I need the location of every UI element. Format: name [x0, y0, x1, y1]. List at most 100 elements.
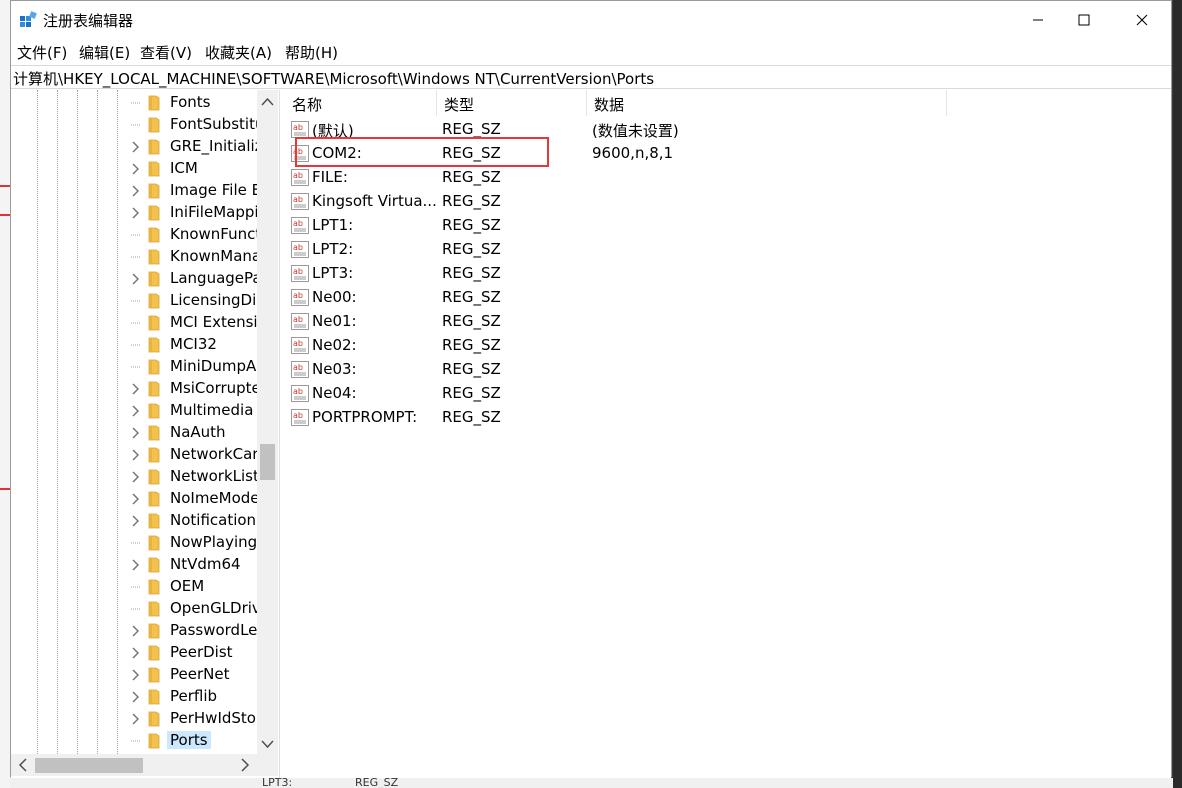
value-row[interactable]: ab Ne00: REG_SZ [285, 286, 945, 310]
tree-item[interactable]: FontSubstitu [11, 114, 258, 136]
value-row[interactable]: ab FILE: REG_SZ [285, 166, 945, 190]
menu-view[interactable]: 查看(V) [140, 42, 192, 63]
tree-item[interactable]: NowPlaying [11, 532, 257, 554]
chevron-right-icon[interactable] [129, 206, 141, 220]
tree-item[interactable]: NetworkCar [11, 444, 258, 466]
tree-vertical-scroll-thumb[interactable] [260, 444, 275, 480]
tree-item[interactable]: IniFileMappi [11, 202, 258, 224]
value-row[interactable]: ab Ne01: REG_SZ [285, 310, 945, 334]
chevron-right-icon[interactable] [129, 184, 141, 198]
tree-item[interactable]: Perflib [11, 686, 257, 708]
folder-icon [148, 205, 160, 221]
tree-item[interactable]: NaAuth [11, 422, 257, 444]
scroll-right-icon[interactable] [235, 754, 255, 776]
value-type: REG_SZ [442, 216, 501, 234]
bg-peek-name: LPT3: [262, 778, 293, 788]
tree-item[interactable]: MiniDumpA [11, 356, 257, 378]
value-type: REG_SZ [442, 168, 501, 186]
chevron-right-icon[interactable] [129, 140, 141, 154]
tree-item[interactable]: MCI32 [11, 334, 257, 356]
address-bar[interactable]: 计算机\HKEY_LOCAL_MACHINE\SOFTWARE\Microsof… [11, 65, 1171, 89]
chevron-right-icon[interactable] [129, 624, 141, 638]
value-row[interactable]: ab Ne03: REG_SZ [285, 358, 945, 382]
maximize-button[interactable] [1061, 1, 1107, 39]
value-type: REG_SZ [442, 360, 501, 378]
value-row[interactable]: ab LPT1: REG_SZ [285, 214, 945, 238]
tree-item[interactable]: Notification [11, 510, 257, 532]
ab-string-icon: ab [291, 337, 309, 354]
scrollbar-corner [257, 754, 278, 776]
chevron-right-icon[interactable] [129, 492, 141, 506]
tree-item[interactable]: MsiCorrupte [11, 378, 258, 400]
folder-icon [148, 447, 160, 463]
column-header-name[interactable]: 名称 [285, 90, 437, 116]
tree-item[interactable]: KnownFunct [11, 224, 258, 246]
tree-vertical-scrollbar[interactable] [257, 90, 278, 754]
tree-item[interactable]: PasswordLe [11, 620, 257, 642]
value-name: Ne00: [312, 288, 357, 306]
value-type: REG_SZ [442, 192, 501, 210]
tree-item[interactable]: Ports [11, 730, 257, 752]
scroll-down-icon[interactable] [257, 734, 278, 754]
value-name: Ne03: [312, 360, 357, 378]
chevron-right-icon[interactable] [129, 426, 141, 440]
menu-file[interactable]: 文件(F) [17, 42, 67, 63]
chevron-right-icon[interactable] [129, 448, 141, 462]
tree-item[interactable]: Image File E [11, 180, 258, 202]
tree-item[interactable]: PeerDist [11, 642, 257, 664]
chevron-right-icon[interactable] [129, 646, 141, 660]
scroll-left-icon[interactable] [13, 754, 33, 776]
close-button[interactable] [1119, 1, 1165, 39]
tree-item[interactable]: PeerNet [11, 664, 257, 686]
values-list[interactable]: 名称 类型 数据 ab (默认) REG_SZ (数值未设置) ab COM2: REG_S… [285, 90, 1171, 778]
chevron-right-icon[interactable] [129, 712, 141, 726]
tree-item[interactable]: Multimedia [11, 400, 257, 422]
title-bar[interactable]: 注册表编辑器 [11, 1, 1171, 39]
tree-item[interactable]: NetworkList [11, 466, 258, 488]
value-row[interactable]: ab Kingsoft Virtua... REG_SZ [285, 190, 945, 214]
tree-item[interactable]: GRE_Initializ [11, 136, 258, 158]
chevron-right-icon[interactable] [129, 514, 141, 528]
chevron-right-icon[interactable] [129, 558, 141, 572]
tree-item[interactable]: MCI Extensio [11, 312, 258, 334]
value-row[interactable]: ab LPT3: REG_SZ [285, 262, 945, 286]
menu-favorites[interactable]: 收藏夹(A) [205, 42, 272, 63]
minimize-button[interactable] [1015, 1, 1061, 39]
tree-item[interactable]: LanguagePa [11, 268, 258, 290]
value-row[interactable]: ab PORTPROMPT: REG_SZ [285, 406, 945, 430]
tree-item[interactable]: NoImeMode [11, 488, 258, 510]
column-header-type[interactable]: 类型 [437, 90, 587, 116]
tree-horizontal-scrollbar[interactable] [11, 754, 257, 776]
tree-horizontal-scroll-thumb[interactable] [35, 758, 143, 773]
chevron-right-icon[interactable] [129, 382, 141, 396]
tree-item[interactable]: ICM [11, 158, 257, 180]
scroll-up-icon[interactable] [257, 92, 278, 112]
menu-edit[interactable]: 编辑(E) [79, 42, 130, 63]
tree-item[interactable]: Fonts [11, 92, 257, 114]
value-row[interactable]: ab Ne04: REG_SZ [285, 382, 945, 406]
value-type: REG_SZ [442, 384, 501, 402]
column-header-data[interactable]: 数据 [587, 90, 947, 116]
registry-tree[interactable]: Fonts FontSubstitu GRE_Initializ ICM Image F… [11, 90, 279, 778]
value-row[interactable]: ab Ne02: REG_SZ [285, 334, 945, 358]
folder-icon [148, 227, 160, 243]
chevron-right-icon[interactable] [129, 470, 141, 484]
tree-connector [131, 366, 141, 368]
tree-item[interactable]: NtVdm64 [11, 554, 257, 576]
tree-item-label: NoImeMode [170, 489, 258, 507]
value-row[interactable]: ab LPT2: REG_SZ [285, 238, 945, 262]
tree-item[interactable]: PerHwIdSto [11, 708, 257, 730]
chevron-right-icon[interactable] [129, 162, 141, 176]
tree-item[interactable]: LicensingDia [11, 290, 258, 312]
tree-item[interactable]: KnownMana [11, 246, 258, 268]
tree-item[interactable]: OEM [11, 576, 257, 598]
menu-help[interactable]: 帮助(H) [285, 42, 338, 63]
chevron-right-icon[interactable] [129, 690, 141, 704]
chevron-right-icon[interactable] [129, 272, 141, 286]
chevron-right-icon[interactable] [129, 404, 141, 418]
chevron-right-icon[interactable] [129, 668, 141, 682]
tree-item-label: NowPlaying [170, 533, 258, 551]
tree-item[interactable]: OpenGLDriv [11, 598, 258, 620]
address-path[interactable]: 计算机\HKEY_LOCAL_MACHINE\SOFTWARE\Microsof… [13, 68, 654, 89]
folder-icon [148, 623, 160, 639]
